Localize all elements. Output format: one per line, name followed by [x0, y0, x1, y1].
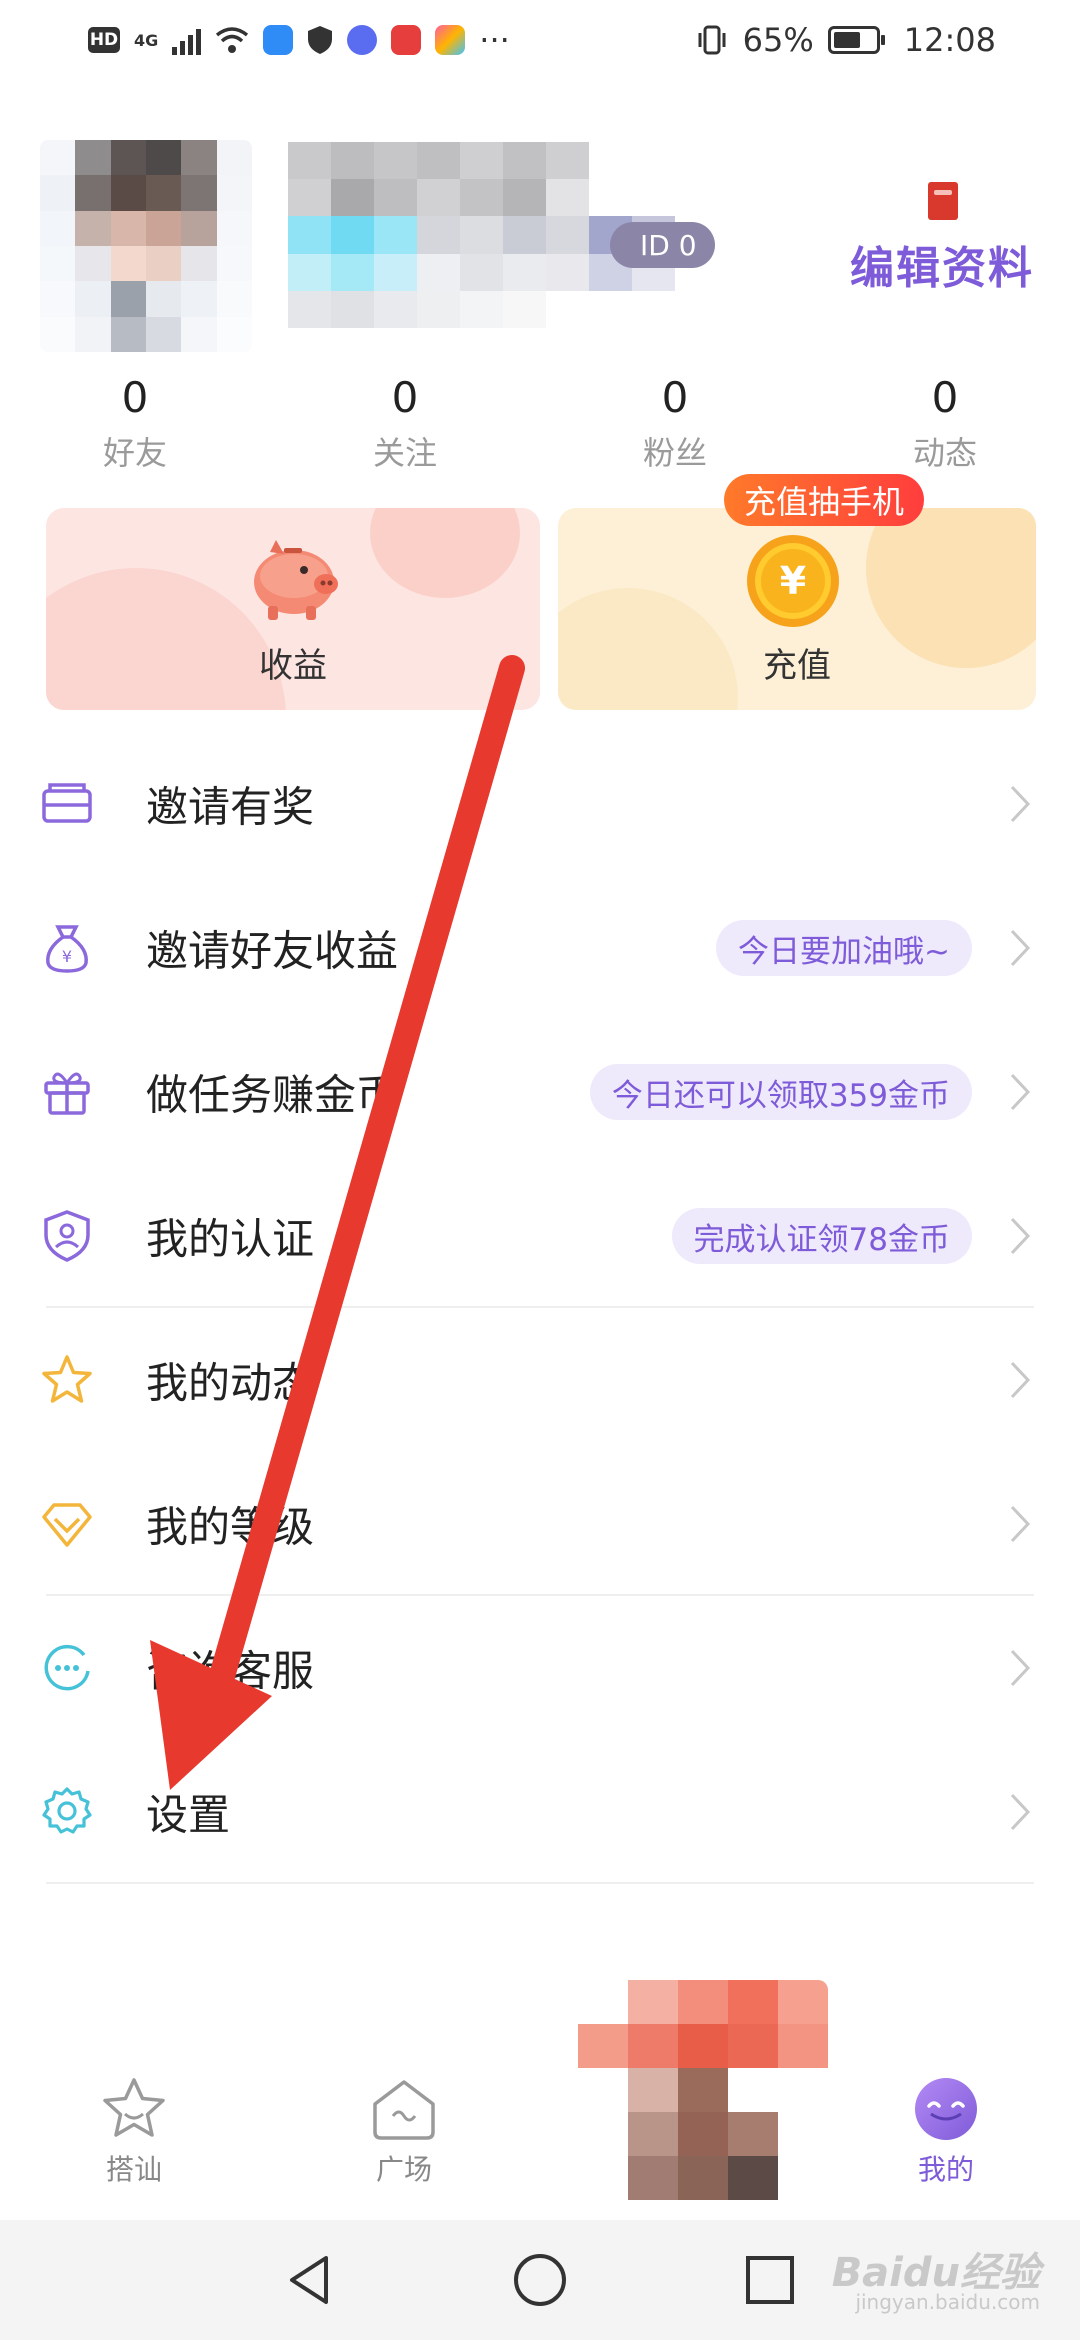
stat-posts[interactable]: 0 动态: [810, 370, 1080, 478]
menu-label: 咨询客服: [146, 1646, 315, 1696]
user-id-chip: ID 0: [610, 222, 715, 268]
battery-percent: 65%: [742, 21, 814, 59]
bottom-nav: 搭讪 广场 我的: [0, 2050, 1080, 2220]
status-bar: HD 4G ··· 65% 12:08: [0, 0, 1080, 80]
menu-tag: 今日还可以领取359金币: [589, 1064, 972, 1120]
stat-label: 粉丝: [642, 434, 707, 472]
menu-item-my-posts[interactable]: 我的动态: [0, 1308, 1080, 1452]
tab-mine[interactable]: 我的: [856, 2076, 1036, 2216]
shield-app-icon: [308, 26, 333, 54]
stat-label: 关注: [372, 434, 437, 472]
menu-label: 我的认证: [146, 1214, 315, 1264]
stat-value: 0: [391, 373, 419, 422]
menu-label: 做任务赚金币: [146, 1070, 399, 1120]
square-house-icon: [373, 2080, 435, 2140]
menu-label: 邀请好友收益: [146, 926, 399, 976]
stat-label: 动态: [912, 434, 977, 472]
chevron-right-icon: [1010, 929, 1031, 967]
battery-icon: [827, 26, 885, 54]
more-notifications-icon: ···: [479, 21, 510, 59]
menu-label: 邀请有奖: [146, 782, 315, 832]
menu-item-verification[interactable]: 我的认证 完成认证领78金币: [0, 1164, 1080, 1308]
earnings-card[interactable]: 收益: [46, 508, 540, 710]
chevron-right-icon: [1010, 1217, 1031, 1255]
coin-symbol: ¥: [780, 559, 806, 603]
signal-icon: [172, 25, 202, 55]
menu-label: 设置: [146, 1790, 231, 1840]
gear-icon: [42, 1787, 92, 1834]
recharge-card[interactable]: ¥ 充值: [558, 508, 1036, 710]
menu-label: 我的等级: [146, 1502, 315, 1552]
chevron-right-icon: [1010, 1073, 1031, 1111]
chevron-right-icon: [1010, 1361, 1031, 1399]
stat-fans[interactable]: 0 粉丝: [540, 370, 810, 478]
theme-app-icon: [435, 25, 466, 55]
money-bag-icon: ¥: [46, 925, 88, 973]
recharge-label: 充值: [763, 646, 831, 686]
tab-label: 我的: [917, 2153, 974, 2186]
chevron-right-icon: [1010, 1649, 1031, 1687]
menu-label: 我的动态: [146, 1358, 315, 1408]
diamond-icon: [42, 1503, 92, 1547]
chevron-right-icon: [1010, 785, 1031, 823]
chat-bubble-icon: [44, 1644, 90, 1691]
back-icon[interactable]: [280, 2250, 340, 2310]
avatar[interactable]: [40, 140, 252, 352]
stat-label: 好友: [102, 434, 167, 472]
recharge-promo-tag[interactable]: 充值抽手机: [724, 474, 925, 526]
menu-tag: 今日要加油哦~: [716, 920, 972, 976]
hd-badge: HD: [88, 27, 120, 53]
gold-coin-icon: ¥: [747, 535, 839, 627]
stat-value: 0: [931, 373, 959, 422]
edit-profile-button[interactable]: 编辑资料: [850, 232, 1034, 296]
menu-item-settings[interactable]: 设置: [0, 1740, 1080, 1884]
stats-row: 0 好友 0 关注 0 粉丝 0 动态: [0, 370, 1080, 478]
menu-item-tasks[interactable]: 做任务赚金币 今日还可以领取359金币: [0, 1020, 1080, 1164]
chevron-right-icon: [1010, 1793, 1031, 1831]
cloud-app-icon: [263, 25, 294, 55]
stat-following[interactable]: 0 关注: [270, 370, 540, 478]
divider: [46, 1882, 1034, 1884]
star-icon: [42, 1355, 92, 1403]
status-right: 65% 12:08: [695, 18, 996, 62]
menu-item-invite-reward[interactable]: 邀请有奖: [0, 732, 1080, 876]
huawei-app-icon: [391, 25, 422, 55]
home-icon[interactable]: [510, 2250, 570, 2310]
tab-label: 搭讪: [105, 2153, 162, 2186]
status-left: HD 4G ···: [88, 20, 510, 60]
music-app-icon: [347, 25, 378, 55]
star-face-icon: [103, 2078, 165, 2137]
shield-user-icon: [44, 1210, 90, 1262]
stat-friends[interactable]: 0 好友: [0, 370, 270, 478]
menu-item-my-level[interactable]: 我的等级: [0, 1452, 1080, 1596]
smile-face-icon: [915, 2078, 977, 2140]
menu-item-customer-service[interactable]: 咨询客服: [0, 1596, 1080, 1740]
gift-icon: [44, 1072, 90, 1115]
menu-item-invite-earnings[interactable]: ¥ 邀请好友收益 今日要加油哦~: [0, 876, 1080, 1020]
earnings-label: 收益: [259, 646, 327, 686]
stat-value: 0: [121, 373, 149, 422]
chevron-right-icon: [1010, 1505, 1031, 1543]
menu-tag: 完成认证领78金币: [671, 1208, 972, 1264]
wifi-icon: [216, 27, 249, 53]
network-type: 4G: [134, 30, 159, 50]
tab-chat-up[interactable]: 搭讪: [44, 2076, 224, 2216]
piggy-bank-icon: [254, 540, 338, 620]
svg-text:¥: ¥: [62, 947, 72, 966]
recents-icon[interactable]: [740, 2250, 800, 2310]
envelope-icon: [42, 783, 92, 823]
vibrate-icon: [698, 25, 726, 55]
stat-value: 0: [661, 373, 689, 422]
red-envelope-icon[interactable]: [928, 182, 958, 220]
watermark-url: jingyan.baidu.com: [855, 2290, 1040, 2314]
clock: 12:08: [903, 21, 996, 59]
avatar-pixelated-image: [40, 140, 252, 352]
tab-square[interactable]: 广场: [314, 2076, 494, 2216]
tab-label: 广场: [375, 2153, 432, 2186]
